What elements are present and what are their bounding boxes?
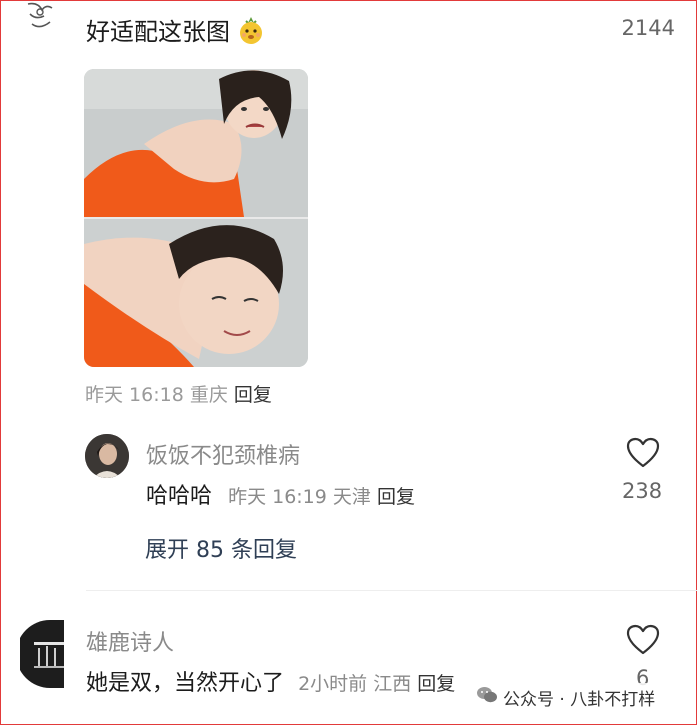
comment-meta: 昨天 16:18 重庆 回复 <box>85 380 272 407</box>
comment-location: 重庆 <box>189 384 228 406</box>
reply-location: 天津 <box>332 486 371 508</box>
reply-text: 哈哈哈 昨天 16:19 天津 回复 <box>146 478 415 510</box>
heart-icon[interactable] <box>626 437 660 469</box>
reply-meta: 昨天 16:19 天津 回复 <box>222 486 415 508</box>
like-count: 2144 <box>621 16 675 40</box>
heart-icon[interactable] <box>626 624 660 656</box>
comment-meta: 2小时前 江西 回复 <box>292 673 455 695</box>
comment-username[interactable]: 雄鹿诗人 <box>86 625 174 657</box>
comment-image[interactable] <box>84 69 308 367</box>
reply-username[interactable]: 饭饭不犯颈椎病 <box>146 438 300 470</box>
reply-avatar[interactable] <box>85 434 129 478</box>
pineapple-face-icon <box>236 15 266 51</box>
comment-text: 好适配这张图 <box>86 12 266 51</box>
comment-text-content: 她是双，当然开心了 <box>86 671 285 696</box>
comment-text: 她是双，当然开心了 2小时前 江西 回复 <box>86 665 455 697</box>
reply-text-content: 哈哈哈 <box>146 484 213 509</box>
expand-replies-link[interactable]: 展开 85 条回复 <box>145 532 297 564</box>
watermark-text: 公众号 · 八卦不打样 <box>503 690 656 710</box>
comment-text-content: 好适配这张图 <box>86 18 230 46</box>
commenter-avatar[interactable] <box>20 620 64 688</box>
watermark: 公众号 · 八卦不打样 <box>470 683 662 712</box>
reply-like-count: 238 <box>622 479 663 503</box>
commenter-avatar[interactable] <box>22 0 58 36</box>
comment-time: 2小时前 <box>298 673 368 695</box>
comment-location: 江西 <box>373 673 412 695</box>
reply-button[interactable]: 回复 <box>234 384 272 406</box>
reply-button[interactable]: 回复 <box>417 673 455 695</box>
wechat-icon <box>476 686 498 709</box>
comment-time: 昨天 16:18 <box>85 384 184 406</box>
divider <box>86 590 697 591</box>
reply-button[interactable]: 回复 <box>377 486 415 508</box>
reply-time: 昨天 16:19 <box>228 486 327 508</box>
